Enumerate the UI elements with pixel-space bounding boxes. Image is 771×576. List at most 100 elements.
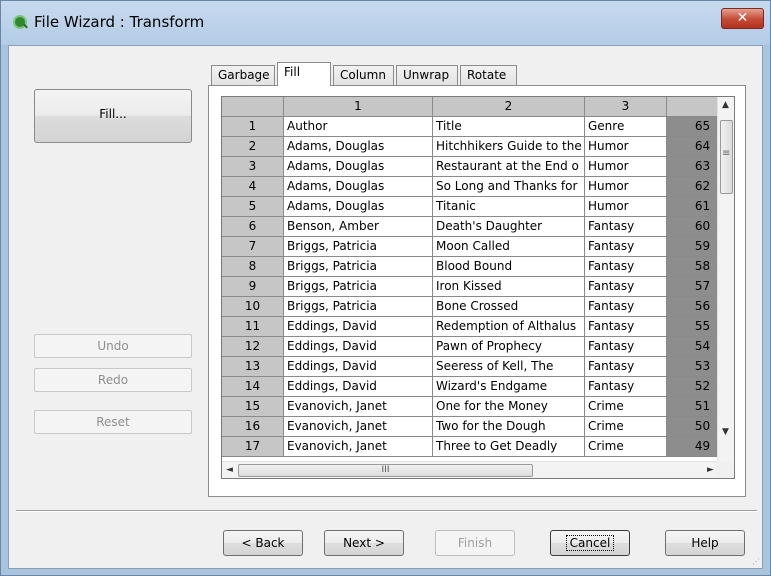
cell-genre[interactable]: Crime [585,417,667,437]
close-button[interactable]: ✕ [721,8,764,29]
cell-author[interactable]: Adams, Douglas [284,197,433,217]
next-button[interactable]: Next > [324,530,404,556]
cell-genre[interactable]: Crime [585,437,667,457]
cell-genre[interactable]: Fantasy [585,237,667,257]
cell-row-number[interactable]: 16 [222,417,284,437]
cell-author[interactable]: Adams, Douglas [284,137,433,157]
cell-title[interactable]: Title [433,117,585,137]
cell-author[interactable]: Eddings, David [284,317,433,337]
tab-rotate[interactable]: Rotate [460,65,517,85]
cell-title[interactable]: Bone Crossed [433,297,585,317]
title-bar[interactable]: File Wizard : Transform ✕ [1,1,770,45]
cell-row-number[interactable]: 1 [222,117,284,137]
table-row[interactable]: 13 Eddings, David Seeress of Kell, The Fant… [222,357,734,377]
cell-genre[interactable]: Humor [585,157,667,177]
cell-genre[interactable]: Genre [585,117,667,137]
cell-genre[interactable]: Humor [585,197,667,217]
scroll-up-icon[interactable]: ▲ [722,100,729,110]
column-header-title[interactable]: 2 [433,97,585,117]
cell-title[interactable]: Pawn of Prophecy [433,337,585,357]
cell-title[interactable]: Iron Kissed [433,277,585,297]
cell-title[interactable]: Seeress of Kell, The [433,357,585,377]
cell-row-number[interactable]: 8 [222,257,284,277]
horizontal-scrollbar[interactable]: ◄ III ► [222,461,717,478]
cell-author[interactable]: Eddings, David [284,357,433,377]
resize-grip-icon[interactable]: ⋰ [752,557,760,566]
cell-row-number[interactable]: 3 [222,157,284,177]
help-button[interactable]: Help [665,530,745,556]
cell-title[interactable]: Redemption of Althalus [433,317,585,337]
cell-row-number[interactable]: 9 [222,277,284,297]
cell-author[interactable]: Eddings, David [284,377,433,397]
cell-genre[interactable]: Fantasy [585,357,667,377]
cell-author[interactable]: Briggs, Patricia [284,297,433,317]
cell-genre[interactable]: Humor [585,137,667,157]
cell-author[interactable]: Adams, Douglas [284,177,433,197]
cell-author[interactable]: Author [284,117,433,137]
scroll-left-icon[interactable]: ◄ [226,465,233,475]
cell-title[interactable]: Titanic [433,197,585,217]
column-header-author[interactable]: 1 [284,97,433,117]
column-header-row-number[interactable] [222,97,284,117]
tab-fill[interactable]: Fill [277,62,331,86]
cell-row-number[interactable]: 5 [222,197,284,217]
cell-row-number[interactable]: 15 [222,397,284,417]
cell-genre[interactable]: Fantasy [585,257,667,277]
tab-column[interactable]: Column [333,65,394,85]
finish-button[interactable]: Finish [435,530,515,556]
cell-row-number[interactable]: 10 [222,297,284,317]
cell-genre[interactable]: Fantasy [585,297,667,317]
cell-author[interactable]: Evanovich, Janet [284,437,433,457]
cell-author[interactable]: Eddings, David [284,337,433,357]
scroll-down-icon[interactable]: ▼ [722,427,729,437]
table-row[interactable]: 11 Eddings, David Redemption of Althalus Fa… [222,317,734,337]
table-row[interactable]: 4 Adams, Douglas So Long and Thanks for Hum… [222,177,734,197]
cell-title[interactable]: So Long and Thanks for [433,177,585,197]
cell-author[interactable]: Briggs, Patricia [284,257,433,277]
cell-row-number[interactable]: 11 [222,317,284,337]
cell-genre[interactable]: Fantasy [585,337,667,357]
cell-genre[interactable]: Fantasy [585,317,667,337]
cell-genre[interactable]: Humor [585,177,667,197]
cell-title[interactable]: Moon Called [433,237,585,257]
cell-author[interactable]: Evanovich, Janet [284,397,433,417]
cell-genre[interactable]: Fantasy [585,277,667,297]
table-row[interactable]: 6 Benson, Amber Death's Daughter Fantasy 60 [222,217,734,237]
cell-row-number[interactable]: 2 [222,137,284,157]
table-row[interactable]: 15 Evanovich, Janet One for the Money Crime… [222,397,734,417]
vertical-scroll-thumb[interactable] [720,120,733,194]
column-header-genre[interactable]: 3 [585,97,667,117]
back-button[interactable]: < Back [223,530,303,556]
table-row[interactable]: 16 Evanovich, Janet Two for the Dough Crime… [222,417,734,437]
cell-title[interactable]: Hitchhikers Guide to the [433,137,585,157]
cell-row-number[interactable]: 7 [222,237,284,257]
cell-title[interactable]: Three to Get Deadly [433,437,585,457]
cell-row-number[interactable]: 17 [222,437,284,457]
cell-title[interactable]: Blood Bound [433,257,585,277]
redo-button[interactable]: Redo [34,368,192,392]
cell-author[interactable]: Adams, Douglas [284,157,433,177]
cell-genre[interactable]: Crime [585,397,667,417]
cell-title[interactable]: Restaurant at the End o [433,157,585,177]
table-row[interactable]: 2 Adams, Douglas Hitchhikers Guide to the H… [222,137,734,157]
cell-title[interactable]: Death's Daughter [433,217,585,237]
cell-title[interactable]: Two for the Dough [433,417,585,437]
cell-title[interactable]: Wizard's Endgame [433,377,585,397]
cell-genre[interactable]: Fantasy [585,377,667,397]
table-row[interactable]: 10 Briggs, Patricia Bone Crossed Fantasy 56 [222,297,734,317]
cell-genre[interactable]: Fantasy [585,217,667,237]
cell-row-number[interactable]: 6 [222,217,284,237]
table-row[interactable]: 1 Author Title Genre 65 [222,117,734,137]
reset-button[interactable]: Reset [34,410,192,434]
table-row[interactable]: 12 Eddings, David Pawn of Prophecy Fantasy 5… [222,337,734,357]
fill-button[interactable]: Fill... [34,89,192,143]
table-row[interactable]: 7 Briggs, Patricia Moon Called Fantasy 59 [222,237,734,257]
tab-unwrap[interactable]: Unwrap [396,65,458,85]
cell-author[interactable]: Benson, Amber [284,217,433,237]
table-row[interactable]: 9 Briggs, Patricia Iron Kissed Fantasy 57 [222,277,734,297]
table-row[interactable]: 8 Briggs, Patricia Blood Bound Fantasy 58 [222,257,734,277]
data-grid[interactable]: 1 2 3 1 Author Title Genre 65 2 Adams, Douglas Hit… [221,96,735,479]
table-row[interactable]: 5 Adams, Douglas Titanic Humor 61 [222,197,734,217]
undo-button[interactable]: Undo [34,334,192,358]
vertical-scrollbar[interactable]: ▲ ▼ [717,97,734,462]
